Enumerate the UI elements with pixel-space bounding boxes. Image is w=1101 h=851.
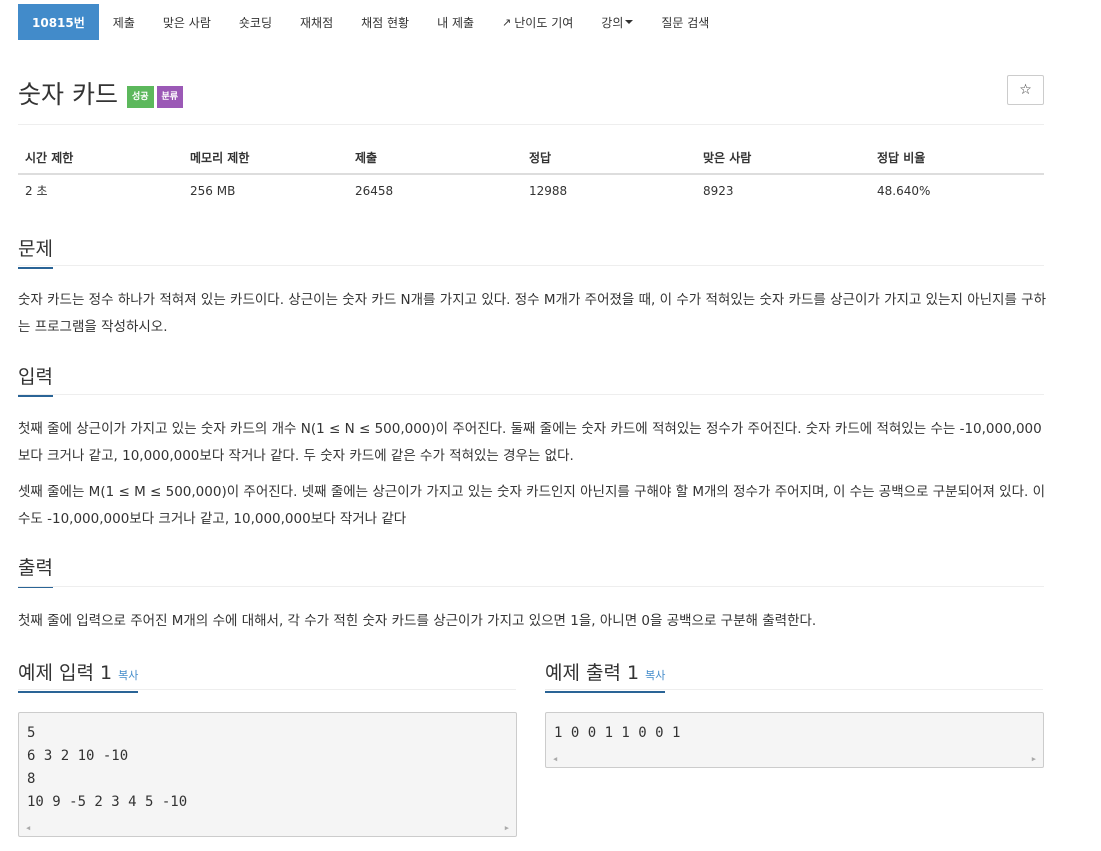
- sample-output-line: 1 0 0 1 1 0 0 1: [554, 725, 681, 741]
- tab-label: 난이도 기여: [514, 15, 574, 30]
- sample-output-box[interactable]: 1 0 0 1 1 0 0 1 ◀ ▶: [545, 712, 1044, 768]
- input-heading: 입력: [18, 362, 53, 397]
- star-icon: ☆: [1019, 82, 1032, 98]
- problem-header: 숫자 카드 성공 분류: [18, 75, 184, 111]
- tab-label: 내 제출: [437, 15, 475, 30]
- tab-label: 10815번: [32, 15, 85, 30]
- sample-input-line: 8: [27, 771, 36, 787]
- header-accept-ratio: 정답 비율: [870, 142, 1044, 175]
- output-text: 첫째 줄에 입력으로 주어진 M개의 수에 대해서, 각 수가 적힌 숫자 카드…: [18, 613, 817, 629]
- divider: [18, 689, 516, 690]
- description-heading: 문제: [18, 234, 53, 269]
- description-text: 숫자 카드는 정수 하나가 적혀져 있는 카드이다. 상근이는 숫자 카드 N개…: [18, 292, 1047, 335]
- divider: [18, 265, 1044, 266]
- table-row: 2 초 256 MB 26458 12988 8923 48.640%: [18, 174, 1044, 206]
- sample-input-heading: 예제 입력 1 복사: [18, 658, 139, 693]
- scroll-left-icon[interactable]: ◀: [553, 755, 557, 763]
- copy-sample-input-button[interactable]: 복사: [118, 669, 138, 682]
- header-time-limit: 시간 제한: [18, 142, 183, 175]
- header-accepted-users: 맞은 사람: [696, 142, 870, 175]
- horizontal-scrollbar[interactable]: ◀ ▶: [547, 752, 1042, 766]
- scroll-left-icon[interactable]: ◀: [26, 824, 30, 832]
- memory-limit-value: 256 MB: [190, 183, 236, 198]
- scroll-right-icon[interactable]: ▶: [505, 824, 509, 832]
- header-accepted: 정답: [522, 142, 696, 175]
- problem-info-table: 시간 제한 메모리 제한 제출 정답 맞은 사람 정답 비율 2 초 256 M…: [18, 142, 1044, 206]
- table-header-row: 시간 제한 메모리 제한 제출 정답 맞은 사람 정답 비율: [18, 142, 1044, 175]
- tab-label: 재채점: [300, 15, 334, 30]
- divider: [18, 394, 1044, 395]
- sample-input-box[interactable]: 56 3 2 10 -10 8 10 9 -5 2 3 4 5 -10 ◀ ▶: [18, 712, 517, 837]
- tab-lectures[interactable]: 강의: [587, 4, 647, 40]
- divider: [545, 689, 1043, 690]
- tab-difficulty-contribution[interactable]: ↗ 난이도 기여: [488, 4, 587, 40]
- tab-label: 채점 현황: [361, 15, 410, 30]
- success-badge: 성공: [126, 86, 154, 108]
- accepted-users-value: 8923: [703, 183, 734, 198]
- tab-label: 강의: [601, 15, 624, 30]
- sample-output-title: 예제 출력 1: [545, 662, 640, 684]
- tab-label: 질문 검색: [661, 15, 710, 30]
- favorite-button[interactable]: ☆: [1007, 75, 1044, 105]
- tab-accepted-users[interactable]: 맞은 사람: [149, 4, 225, 40]
- horizontal-scrollbar[interactable]: ◀ ▶: [20, 821, 515, 835]
- submissions-value: 26458: [355, 183, 394, 198]
- tab-my-submissions[interactable]: 내 제출: [423, 4, 488, 40]
- sample-input-line: 6 3 2 10 -10: [27, 748, 129, 764]
- input-paragraph-1: 첫째 줄에 상근이가 가지고 있는 숫자 카드의 개수 N(1 ≤ N ≤ 50…: [18, 421, 1042, 464]
- tab-label: 제출: [112, 15, 135, 30]
- tab-judge-status[interactable]: 채점 현황: [347, 4, 423, 40]
- output-heading: 출력: [18, 553, 53, 588]
- tab-problem-number[interactable]: 10815번: [18, 4, 99, 40]
- divider: [18, 586, 1044, 587]
- problem-nav-tabs: 10815번 제출 맞은 사람 숏코딩 재채점 채점 현황 내 제출 ↗ 난이도 …: [18, 4, 723, 40]
- tab-label: 숏코딩: [238, 15, 272, 30]
- header-submissions: 제출: [348, 142, 522, 175]
- time-limit-value: 2 초: [25, 184, 48, 198]
- copy-sample-output-button[interactable]: 복사: [645, 669, 665, 682]
- accepted-value: 12988: [529, 183, 568, 198]
- sample-input-title: 예제 입력 1: [18, 662, 113, 684]
- tab-short-coding[interactable]: 숏코딩: [225, 4, 286, 40]
- tab-rejudge[interactable]: 재채점: [286, 4, 347, 40]
- page-title: 숫자 카드: [18, 80, 118, 109]
- sample-input-line: 5: [27, 725, 36, 741]
- tab-question-search[interactable]: 질문 검색: [647, 4, 723, 40]
- sample-output-heading: 예제 출력 1 복사: [545, 658, 666, 693]
- divider: [18, 124, 1044, 125]
- header-memory-limit: 메모리 제한: [183, 142, 348, 175]
- accept-ratio-value: 48.640%: [877, 183, 931, 198]
- scroll-right-icon[interactable]: ▶: [1032, 755, 1036, 763]
- caret-down-icon: [625, 20, 634, 24]
- tab-submit[interactable]: 제출: [99, 4, 149, 40]
- category-badge[interactable]: 분류: [156, 86, 184, 108]
- input-paragraph-2: 셋째 줄에는 M(1 ≤ M ≤ 500,000)이 주어진다. 넷째 줄에는 …: [18, 484, 1046, 527]
- sample-input-line: 10 9 -5 2 3 4 5 -10: [27, 794, 188, 810]
- external-link-icon: ↗: [502, 15, 512, 29]
- tab-label: 맞은 사람: [162, 15, 211, 30]
